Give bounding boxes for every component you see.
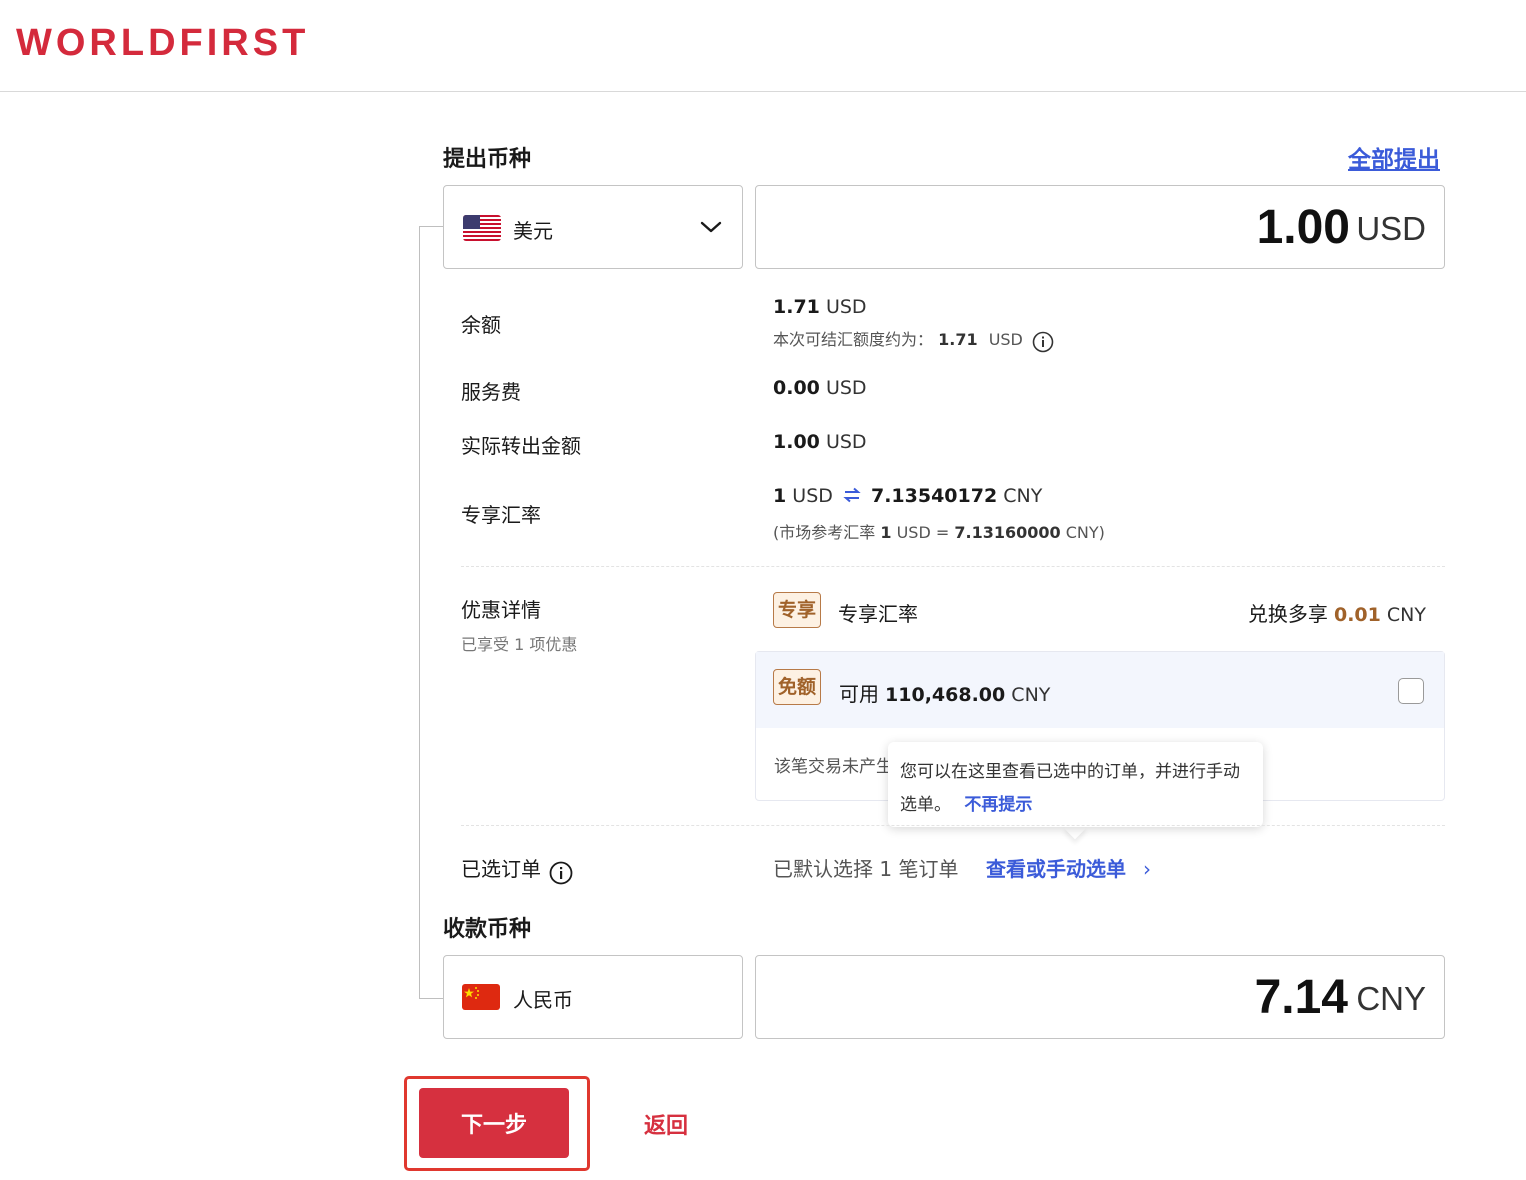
promo-sub-label: 已享受 1 项优惠	[461, 635, 578, 654]
extra-prefix: 兑换多享	[1247, 602, 1328, 626]
info-icon[interactable]	[1032, 331, 1054, 352]
receive-currency-name: 人民币	[513, 988, 573, 1012]
available-prefix: 本次可结汇额度约为：	[773, 330, 934, 349]
receive-amount-currency: CNY	[1356, 980, 1426, 1017]
selected-orders-text: 已选订单	[461, 857, 541, 881]
market-rate-text: (市场参考汇率 1 USD = 7.13160000 CNY)	[773, 519, 1105, 543]
free-quota-checkbox[interactable]	[1398, 678, 1424, 704]
fee-value: 0.00 USD	[773, 377, 867, 399]
market-prefix: (市场参考汇率	[773, 523, 876, 542]
market-value: 7.13160000	[954, 523, 1061, 542]
rate-from-num: 1	[773, 485, 787, 507]
order-select-tooltip: 您可以在这里查看已选中的订单，并进行手动选单。 不再提示	[888, 742, 1263, 827]
balance-label: 余额	[461, 313, 501, 337]
available-amount: 1.71	[938, 330, 978, 349]
free-quota-tag: 免额	[773, 669, 822, 705]
extra-benefit: 兑换多享 0.01 CNY	[1248, 598, 1426, 627]
market-from-unit: USD	[896, 523, 931, 542]
actual-amount: 1.00	[773, 431, 820, 453]
free-value: 110,468.00	[885, 684, 1006, 706]
withdraw-currency-select[interactable]: 美元	[443, 185, 743, 269]
withdraw-amount-currency: USD	[1356, 210, 1426, 247]
chevron-right-icon: ›	[1142, 857, 1151, 881]
selected-orders-label: 已选订单	[461, 853, 573, 884]
dont-show-again-link[interactable]: 不再提示	[964, 795, 1032, 815]
withdraw-all-link[interactable]: 全部提出	[1348, 140, 1440, 174]
free-unit: CNY	[1011, 684, 1051, 706]
top-header: WORLDFIRST	[0, 0, 1526, 92]
actual-amount-label: 实际转出金额	[461, 434, 581, 458]
available-unit: USD	[988, 330, 1023, 349]
fee-amount: 0.00	[773, 377, 820, 399]
exclusive-tag: 专享	[773, 592, 822, 628]
exclusive-rate-label: 专享汇率	[461, 503, 541, 527]
rate-to-unit: CNY	[1003, 485, 1043, 507]
next-step-button[interactable]: 下一步	[419, 1088, 569, 1158]
balance-amount: 1.71	[773, 296, 820, 318]
exchange-rate-value: 1 USD 7.13540172 CNY	[773, 485, 1042, 508]
back-link[interactable]: 返回	[644, 1108, 688, 1140]
rate-from-unit: USD	[792, 485, 833, 507]
tooltip-message: 您可以在这里查看已选中的订单，并进行手动选单。	[900, 762, 1240, 815]
info-icon[interactable]	[549, 861, 573, 884]
section-divider	[461, 825, 1445, 826]
receive-amount-value: 7.14	[1254, 971, 1348, 1024]
extra-unit: CNY	[1386, 604, 1426, 626]
withdraw-currency-name: 美元	[513, 219, 553, 243]
view-orders-text: 查看或手动选单	[986, 857, 1126, 881]
worldfirst-logo[interactable]: WORLDFIRST	[16, 22, 309, 65]
free-prefix: 可用	[839, 682, 879, 706]
us-flag-icon	[463, 215, 501, 241]
tooltip-text: 您可以在这里查看已选中的订单，并进行手动选单。 不再提示	[900, 756, 1252, 822]
actual-unit: USD	[825, 431, 867, 453]
free-quota-header: 免额 可用 110,468.00 CNY	[756, 652, 1444, 728]
currency-connector-line	[419, 226, 443, 999]
fee-unit: USD	[825, 377, 867, 399]
chevron-down-icon[interactable]	[699, 215, 723, 239]
orders-status-text: 已默认选择 1 笔订单	[773, 857, 959, 881]
free-quota-note: 该笔交易未产生	[774, 757, 893, 777]
receive-amount-input[interactable]: 7.14 CNY	[755, 955, 1445, 1039]
balance-unit: USD	[825, 296, 867, 318]
cn-flag-icon	[462, 984, 500, 1010]
receive-currency-title: 收款币种	[443, 917, 532, 942]
withdraw-amount-input[interactable]: 1.00 USD	[755, 185, 1445, 269]
extra-value: 0.01	[1333, 604, 1381, 626]
rate-to-value: 7.13540172	[870, 485, 998, 507]
withdraw-amount-value: 1.00	[1256, 201, 1350, 254]
view-orders-link[interactable]: 查看或手动选单 ›	[986, 853, 1151, 882]
market-from-num: 1	[880, 523, 892, 542]
fee-label: 服务费	[461, 380, 521, 404]
actual-amount-value: 1.00 USD	[773, 431, 867, 453]
free-quota-amount: 可用 110,468.00 CNY	[839, 678, 1050, 707]
receive-currency-select[interactable]: 人民币	[443, 955, 743, 1039]
available-limit-text: 本次可结汇额度约为： 1.71 USD	[773, 326, 1054, 352]
section-divider	[461, 566, 1445, 567]
exclusive-title: 专享汇率	[838, 602, 918, 626]
withdraw-currency-title: 提出币种	[443, 147, 532, 172]
exchange-arrows-icon	[843, 486, 861, 508]
market-eq: =	[935, 523, 950, 542]
market-unit: CNY)	[1065, 523, 1105, 542]
promo-label: 优惠详情	[461, 598, 541, 622]
balance-value: 1.71 USD	[773, 296, 867, 318]
